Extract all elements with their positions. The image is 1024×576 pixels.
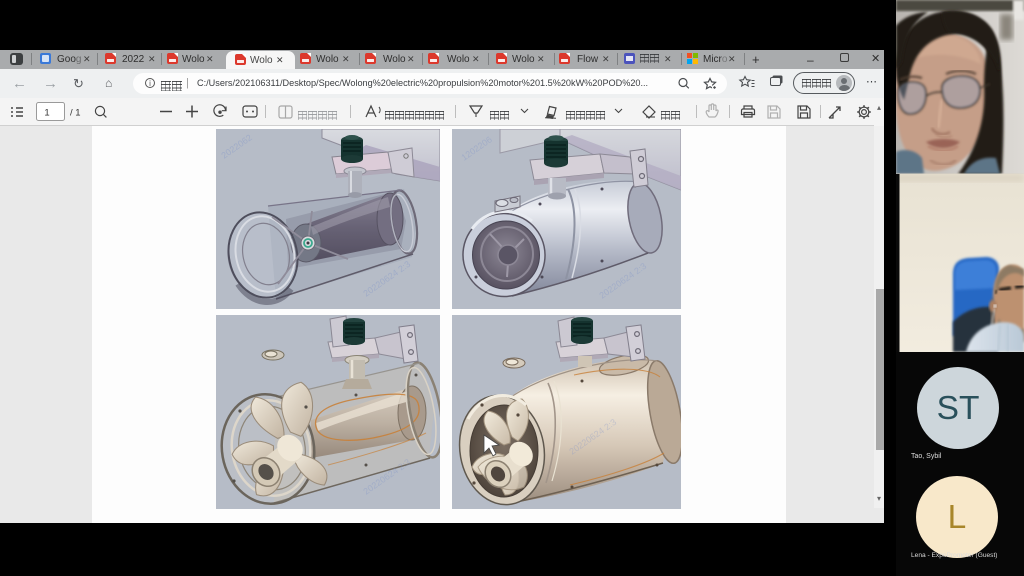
svg-text:Lena - ExpoPromoter (Guest): Lena - ExpoPromoter (Guest): [911, 552, 998, 559]
svg-text:1: 1: [44, 108, 49, 119]
svg-text:ST: ST: [937, 390, 980, 427]
svg-text:/ 1: / 1: [70, 108, 81, 119]
svg-text:L: L: [948, 499, 967, 536]
svg-text:1202206: 1202206: [459, 134, 493, 162]
svg-text:2022062: 2022062: [219, 132, 253, 160]
svg-text:Tao, Sybil: Tao, Sybil: [911, 453, 942, 460]
